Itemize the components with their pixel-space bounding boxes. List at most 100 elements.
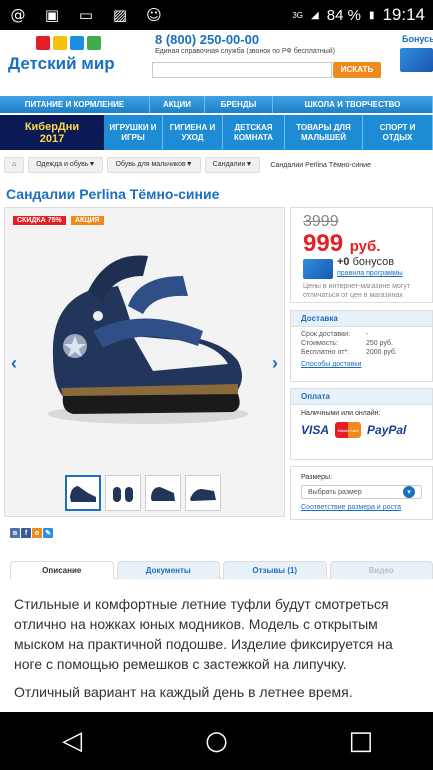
nav-item-food[interactable]: ПИТАНИЕ И КОРМЛЕНИЕ xyxy=(0,96,150,113)
nav-item-school[interactable]: ШКОЛА И ТВОРЧЕСТВО xyxy=(273,96,433,113)
payment-header[interactable]: Оплата xyxy=(291,389,432,405)
bonus-rules-link[interactable]: правила программы xyxy=(337,270,403,277)
social-share: в f о ✎ xyxy=(10,528,53,538)
delivery-row: Срок доставки: - xyxy=(301,331,369,338)
bonus-amount: +0 бонусов xyxy=(337,256,394,268)
size-select[interactable]: Выбрать размер ▾ xyxy=(301,485,422,499)
recents-icon[interactable]: □ xyxy=(341,726,381,756)
old-price: 3999 xyxy=(303,213,339,230)
tab-video[interactable]: Видео xyxy=(329,561,433,579)
thumbnail[interactable] xyxy=(65,475,101,511)
nav-item-sport[interactable]: СПОРТ И ОТДЫХ xyxy=(363,115,433,150)
promo-badge: АКЦИЯ xyxy=(71,216,104,225)
site-header: Детский мир 8 (800) 250-00-00 Единая спр… xyxy=(0,30,433,92)
top-nav: ПИТАНИЕ И КОРМЛЕНИЕ АКЦИИ БРЕНДЫ ШКОЛА И… xyxy=(0,96,433,113)
logo-text: Детский мир xyxy=(8,54,115,73)
logo-blocks-icon xyxy=(36,36,143,50)
image-icon: ▨ xyxy=(112,6,128,24)
paypal-logo: PayPal xyxy=(367,423,407,437)
photo-icon: ▣ xyxy=(44,6,60,24)
search-button[interactable]: ИСКАТЬ xyxy=(333,62,381,78)
description-paragraph: Стильные и комфортные летние туфли будут… xyxy=(14,596,393,672)
network-indicator: 3G xyxy=(292,10,304,20)
size-chart-link[interactable]: Соответствие размера и роста xyxy=(291,502,432,515)
status-bar: @ ▣ ▭ ▨ ☺ 3G ◢ 84 % ▮ 19:14 xyxy=(0,0,433,30)
delivery-row: Стоимость: 250 руб. xyxy=(301,340,393,347)
price-currency: руб. xyxy=(349,238,381,255)
breadcrumb-sandals[interactable]: Сандалии▼ xyxy=(204,157,261,173)
back-icon[interactable]: ◁ xyxy=(52,726,92,756)
nav-item-toys[interactable]: ИГРУШКИ И ИГРЫ xyxy=(104,115,163,150)
mastercard-logo: MasterCard xyxy=(335,422,362,438)
signal-icon: ◢ xyxy=(311,9,319,21)
phone-number[interactable]: 8 (800) 250-00-00 xyxy=(155,32,259,47)
bonus-link[interactable]: Бонусы xyxy=(402,34,433,44)
description-paragraph: Отличный вариант на каждый день в летнее… xyxy=(14,684,353,700)
bonus-word: бонусов xyxy=(352,256,395,268)
lion-icon: ☺ xyxy=(146,6,162,24)
product-tabs: Описание Документы Отзывы (1) Видео xyxy=(10,561,433,579)
payment-panel: Оплата Наличными или онлайн: VISA Master… xyxy=(290,388,433,460)
breadcrumb-boys-shoes[interactable]: Обувь для мальчиков▼ xyxy=(107,157,201,173)
promo-line2: 2017 xyxy=(39,132,65,145)
product-description: Стильные и комфортные летние туфли будут… xyxy=(14,594,424,710)
page-title: Сандалии Perlina Тёмно-синие xyxy=(6,186,220,202)
product-gallery: СКИДКА 75% АКЦИЯ ‹ › xyxy=(4,207,285,517)
message-icon: ▭ xyxy=(78,6,94,24)
thumbnail[interactable] xyxy=(105,475,141,511)
thumbnail[interactable] xyxy=(145,475,181,511)
delivery-header[interactable]: Доставка xyxy=(291,311,432,327)
vk-icon[interactable]: в xyxy=(10,528,20,538)
site-logo[interactable]: Детский мир xyxy=(8,36,143,86)
promo-line1: КиберДни xyxy=(24,120,80,133)
nav-item-promos[interactable]: АКЦИИ xyxy=(150,96,205,113)
new-price: 999 руб. xyxy=(303,230,380,258)
tab-reviews[interactable]: Отзывы (1) xyxy=(223,561,327,579)
sizes-label: Размеры: xyxy=(301,474,333,481)
tab-description[interactable]: Описание xyxy=(10,561,114,579)
battery-level: 84 % xyxy=(326,6,361,24)
tab-documents[interactable]: Документы xyxy=(116,561,220,579)
android-nav-bar: ◁ ○ □ xyxy=(0,712,433,770)
bonus-value: +0 xyxy=(337,256,350,268)
prev-image-arrow[interactable]: ‹ xyxy=(11,353,17,374)
chevron-down-icon: ▾ xyxy=(403,486,415,498)
thumbnail-strip xyxy=(65,475,221,511)
payment-logos: VISA MasterCard PayPal xyxy=(291,418,432,442)
battery-icon: ▮ xyxy=(368,9,375,21)
at-icon: @ xyxy=(10,6,26,24)
delivery-row: Бесплатно от*: 2000 руб. xyxy=(301,349,397,356)
next-image-arrow[interactable]: › xyxy=(272,353,278,374)
nav-item-room[interactable]: ДЕТСКАЯ КОМНАТА xyxy=(223,115,285,150)
nav-item-brands[interactable]: БРЕНДЫ xyxy=(205,96,273,113)
delivery-panel: Доставка Срок доставки: - Стоимость: 250 р… xyxy=(290,310,433,382)
size-select-value: Выбрать размер xyxy=(308,488,362,496)
price-note: Цены в интернет-магазине могут отличатьс… xyxy=(303,283,411,299)
bonus-card-icon[interactable] xyxy=(400,48,433,72)
sizes-panel: Размеры: Выбрать размер ▾ Соответствие ра… xyxy=(290,466,433,520)
home-icon[interactable]: ⌂ xyxy=(4,157,25,173)
share-icon[interactable]: ✎ xyxy=(43,528,53,538)
sale-badge: СКИДКА 75% xyxy=(13,216,66,225)
promo-banner[interactable]: КиберДни 2017 xyxy=(0,115,104,150)
phone-subtitle: Единая справочная служба (звонок по РФ б… xyxy=(155,48,335,55)
clock: 19:14 xyxy=(382,5,425,24)
breadcrumb-clothes[interactable]: Одежда и обувь▼ xyxy=(28,157,104,173)
product-image[interactable] xyxy=(33,236,263,436)
search-input[interactable] xyxy=(152,62,332,78)
breadcrumb: ⌂ Одежда и обувь▼ Обувь для мальчиков▼ С… xyxy=(4,156,429,174)
facebook-icon[interactable]: f xyxy=(21,528,31,538)
home-circle-icon[interactable]: ○ xyxy=(196,726,236,756)
nav-item-hygiene[interactable]: ГИГИЕНА И УХОД xyxy=(163,115,223,150)
main-nav: КиберДни 2017 ИГРУШКИ И ИГРЫ ГИГИЕНА И УХ… xyxy=(0,115,433,150)
bonus-card-icon xyxy=(303,259,333,279)
thumbnail[interactable] xyxy=(185,475,221,511)
payment-subtitle: Наличными или онлайн: xyxy=(301,410,381,417)
nav-item-babies[interactable]: ТОВАРЫ ДЛЯ МАЛЫШЕЙ xyxy=(285,115,363,150)
delivery-methods-link[interactable]: Способы доставки xyxy=(291,357,432,372)
price-value: 999 xyxy=(303,230,344,257)
price-box: 3999 999 руб. +0 бонусов правила програм… xyxy=(290,207,433,303)
visa-logo: VISA xyxy=(301,423,330,437)
odnoklassniki-icon[interactable]: о xyxy=(32,528,42,538)
breadcrumb-current: Сандалии Perlina Тёмно-синие xyxy=(270,161,371,169)
